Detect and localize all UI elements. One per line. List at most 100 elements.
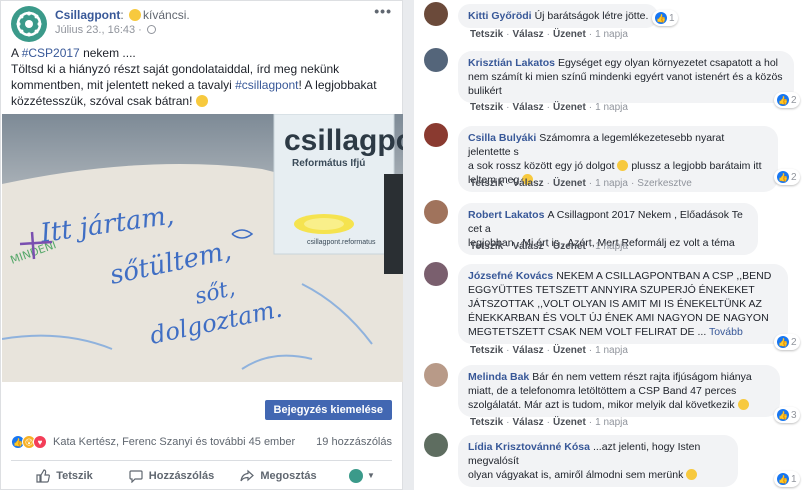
cup-sub-text: Református Ifjú [292, 158, 365, 169]
comment-message-link[interactable]: Üzenet [553, 102, 586, 113]
comment-reply-link[interactable]: Válasz [513, 241, 544, 252]
post-options-button[interactable]: ••• [374, 3, 392, 19]
love-reaction-icon: ♥ [33, 435, 47, 449]
comment-reactions[interactable]: 👍 2 [774, 92, 800, 108]
like-reaction-icon: 👍 [777, 336, 789, 348]
cup-brand-text: csillagpont [284, 124, 403, 157]
csillagpont-logo-icon [16, 11, 42, 37]
avatar[interactable] [424, 200, 448, 224]
comment-message-link[interactable]: Üzenet [553, 241, 586, 252]
comment-reply-link[interactable]: Válasz [513, 178, 544, 189]
comment-actions: Tetszik · Válasz · Üzenet · 1 napja · Szerkesztv… [470, 178, 692, 189]
feeling-text: kíváncsi. [143, 8, 190, 22]
like-reaction-icon: 👍 [777, 473, 789, 485]
comment-reply-link[interactable]: Válasz [513, 345, 544, 356]
comment-bubble: Krisztián Lakatos Egységet egy olyan körn… [458, 51, 794, 103]
comment-reactions[interactable]: 👍 1 [774, 471, 800, 487]
smile-emoji-icon [686, 469, 698, 480]
comment-message-link[interactable]: Üzenet [553, 417, 586, 428]
post-header: Csillagpont: kíváncsi. Július 23., 16:43… [1, 1, 402, 45]
comment-time[interactable]: 1 napja [595, 178, 628, 189]
comment-like-link[interactable]: Tetszik [470, 29, 503, 40]
comment-time[interactable]: 1 napja [595, 417, 628, 428]
comment-button[interactable]: Hozzászólás [118, 469, 225, 483]
like-button[interactable]: Tetszik [11, 468, 118, 483]
comment-actions: Tetszik · Válasz · Üzenet · 1 napja [470, 241, 628, 252]
comment-reactions[interactable]: 👍 3 [774, 407, 800, 423]
post-text: A #CSP2017 nekem .... Töltsd ki a hiányz… [11, 46, 377, 108]
share-button[interactable]: Megosztás [225, 469, 332, 483]
comment-author[interactable]: Krisztián Lakatos [468, 57, 555, 69]
post-photo[interactable]: csillagpont Református Ifjú csillagpont.… [2, 114, 403, 382]
comment-count-link[interactable]: 19 hozzászólás [316, 436, 392, 448]
reactions-summary: 👍 😮 ♥ Kata Kertész, Ferenc Szanyi és tov… [11, 433, 392, 451]
comment-actions: Tetszik · Válasz · Üzenet · 1 napja [470, 345, 628, 356]
hashtag-link[interactable]: #CSP2017 [22, 46, 80, 60]
post-as-selector[interactable]: ▼ [332, 468, 392, 483]
reactors-text[interactable]: Kata Kertész, Ferenc Szanyi és további 4… [53, 436, 316, 448]
avatar[interactable] [424, 262, 448, 286]
comment-message-link[interactable]: Üzenet [553, 345, 586, 356]
comment-like-link[interactable]: Tetszik [470, 417, 503, 428]
avatar[interactable] [424, 433, 448, 457]
comment-bubble: Lídia Krisztovánné Kósa ...azt jelenti, h… [458, 435, 738, 487]
comment-reply-link[interactable]: Válasz [513, 102, 544, 113]
comment-like-link[interactable]: Tetszik [470, 102, 503, 113]
comment-like-link[interactable]: Tetszik [470, 241, 503, 252]
avatar[interactable] [424, 2, 448, 26]
comment-message-link[interactable]: Üzenet [553, 29, 586, 40]
comment-icon [129, 469, 143, 483]
page-avatar[interactable] [11, 6, 47, 42]
comment-actions: Tetszik · Válasz · Üzenet · 1 napja [470, 29, 628, 40]
comment-author[interactable]: Lídia Krisztovánné Kósa [468, 441, 590, 453]
smile-emoji-icon [195, 95, 208, 107]
boost-post-button[interactable]: Bejegyzés kiemelése [264, 400, 392, 420]
comment-time[interactable]: 1 napja [595, 102, 628, 113]
comment-actions: Tetszik · Válasz · Üzenet · 1 napja [470, 417, 628, 428]
comment-bubble: Józsefné Kovács NEKEM A CSILLAGPONTBAN A … [458, 264, 788, 344]
reaction-icons[interactable]: 👍 😮 ♥ [11, 435, 47, 449]
comment-reply-link[interactable]: Válasz [513, 417, 544, 428]
avatar[interactable] [424, 123, 448, 147]
cup-small-text: csillagpont.reformatus [307, 239, 376, 246]
photo-paper-drawing: csillagpont Református Ifjú csillagpont.… [2, 114, 403, 382]
comment-time[interactable]: 1 napja [595, 29, 628, 40]
post-action-bar: Tetszik Hozzászólás Megosztás ▼ [11, 460, 392, 490]
comment-author[interactable]: Kitti Győrödi [468, 10, 532, 22]
smile-emoji-icon [617, 160, 629, 171]
comments-panel: Kitti Győrödi Új barátságok létre jötte. … [414, 0, 802, 490]
comment-time[interactable]: 1 napja [595, 345, 628, 356]
post-date[interactable]: Július 23., 16:43 [55, 24, 135, 36]
comment-author[interactable]: Melinda Bak [468, 371, 529, 383]
see-more-link[interactable]: Tovább [709, 326, 743, 338]
comment-reply-link[interactable]: Válasz [513, 29, 544, 40]
comment-author[interactable]: Józsefné Kovács [468, 270, 553, 282]
thumbs-up-icon [36, 468, 51, 483]
smile-emoji-icon [737, 399, 749, 410]
comment-edited-label[interactable]: Szerkesztve [637, 178, 691, 189]
comment-reactions[interactable]: 👍 2 [774, 334, 800, 350]
avatar[interactable] [424, 48, 448, 72]
feeling-emoji-icon [129, 9, 142, 21]
like-reaction-icon: 👍 [777, 94, 789, 106]
share-icon [240, 469, 255, 481]
comment-bubble: Melinda Bak Bár én nem vettem részt rajta… [458, 365, 780, 417]
globe-icon [146, 25, 156, 34]
comment-like-link[interactable]: Tetszik [470, 345, 503, 356]
hashtag-link[interactable]: #csillagpont [235, 78, 298, 92]
comment-like-link[interactable]: Tetszik [470, 178, 503, 189]
page-name-link[interactable]: Csillagpont [55, 8, 120, 22]
chevron-down-icon: ▼ [367, 471, 375, 480]
comment-reactions[interactable]: 👍 2 [774, 169, 800, 185]
avatar[interactable] [424, 363, 448, 387]
comment-message-link[interactable]: Üzenet [553, 178, 586, 189]
screen: Csillagpont: kíváncsi. Július 23., 16:43… [0, 0, 802, 490]
comment-time[interactable]: 1 napja [595, 241, 628, 252]
page-avatar-mini-icon [349, 468, 364, 483]
comment-bubble: Kitti Győrödi Új barátságok létre jötte. [458, 4, 659, 28]
post-card: Csillagpont: kíváncsi. Július 23., 16:43… [0, 0, 403, 490]
comment-author[interactable]: Csilla Bulyáki [468, 132, 536, 144]
comment-reactions[interactable]: 👍 1 [652, 10, 678, 26]
comment-author[interactable]: Robert Lakatos [468, 209, 544, 221]
comment-actions: Tetszik · Válasz · Üzenet · 1 napja [470, 102, 628, 113]
